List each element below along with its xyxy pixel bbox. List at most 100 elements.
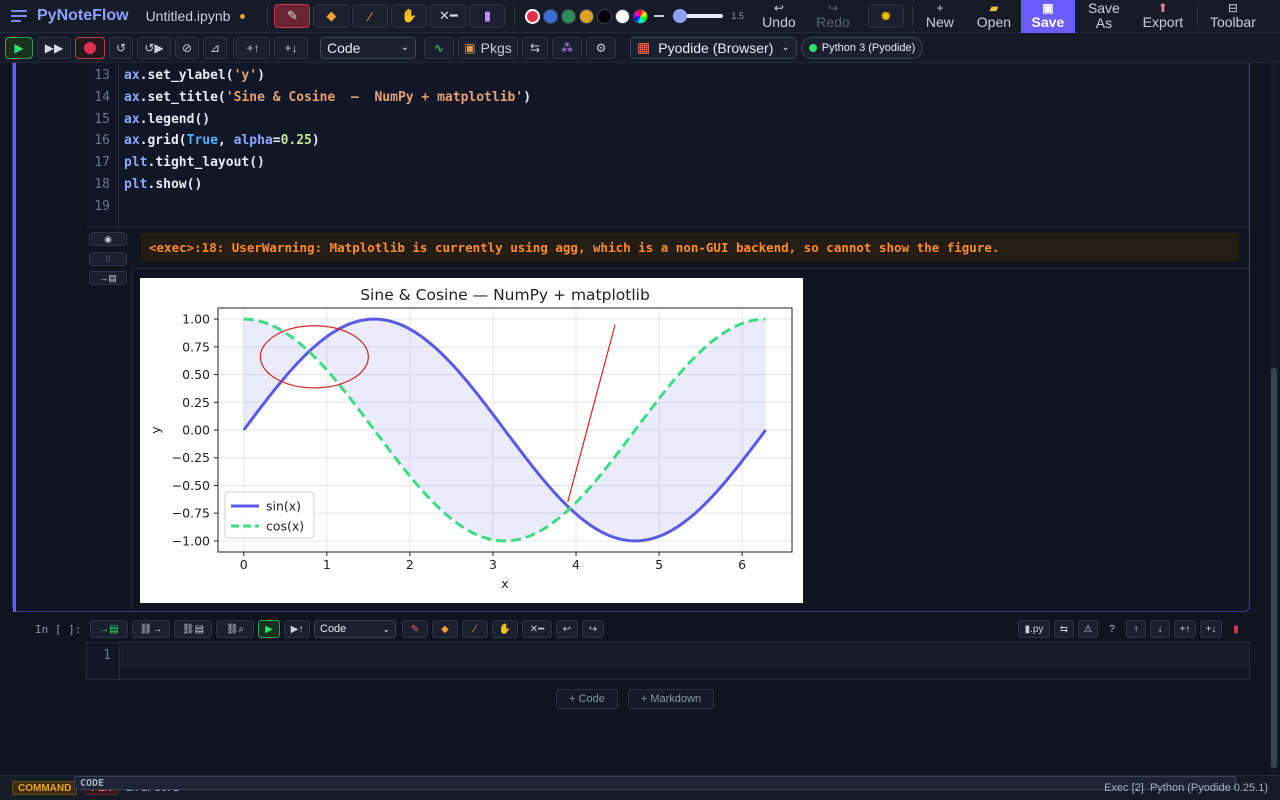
- color-swatch[interactable]: [525, 8, 541, 24]
- slider-knob[interactable]: [673, 9, 688, 23]
- link-copy-icon: ⛓▤: [181, 623, 205, 635]
- packages-button[interactable]: ▣ Pkgs: [458, 36, 518, 59]
- insert-below-button[interactable]: +↓: [1200, 620, 1222, 638]
- color-swatch[interactable]: [543, 8, 559, 24]
- clear-strokes-button[interactable]: ✕━: [522, 620, 552, 638]
- link-copy-button[interactable]: ⛓▤: [174, 620, 212, 638]
- output-handle[interactable]: ⁞⁞: [89, 252, 127, 266]
- move-up-button[interactable]: ↑: [1126, 620, 1146, 638]
- play-icon: ▶: [265, 623, 273, 635]
- hand-tool-button[interactable]: ✋: [391, 4, 428, 28]
- line-number: 19: [94, 198, 110, 214]
- help-button[interactable]: ?: [1102, 620, 1122, 638]
- copy-output-button[interactable]: →▤: [89, 271, 127, 285]
- magic-button[interactable]: ⁂: [552, 36, 582, 59]
- copy-to-button[interactable]: →▤: [90, 620, 128, 638]
- run-above-button[interactable]: ▶↑: [284, 620, 310, 638]
- line-number: 16: [94, 133, 110, 149]
- hand-tool-button[interactable]: ✋: [492, 620, 518, 638]
- add-markdown-cell-button[interactable]: + Markdown: [628, 689, 714, 709]
- insert-above-icon: +↑: [1179, 623, 1191, 635]
- code-token: show(): [155, 177, 203, 192]
- color-swatch[interactable]: [597, 8, 613, 24]
- scrollbar[interactable]: [1270, 63, 1278, 773]
- arrow-up-icon: ↑: [1133, 623, 1139, 635]
- run-cell-button[interactable]: ▶: [5, 36, 33, 59]
- code-editor[interactable]: 1: [86, 642, 1250, 680]
- brush-tool-button[interactable]: ⁄: [352, 4, 389, 28]
- settings-button[interactable]: ⚙: [586, 36, 616, 59]
- save-button[interactable]: ▣ Save: [1020, 0, 1075, 33]
- eraser-tool-button[interactable]: ◆: [432, 620, 458, 638]
- toggle-output-button[interactable]: ◉: [89, 232, 127, 246]
- insert-above-button[interactable]: +↑: [1174, 620, 1196, 638]
- cell-type-value: Code: [320, 623, 347, 635]
- pip-button[interactable]: ∿: [424, 36, 454, 59]
- clear-output-button[interactable]: ⊘: [175, 36, 199, 59]
- cell-type-select[interactable]: Code ⌄: [314, 620, 396, 638]
- export-button[interactable]: ⬆ Export: [1133, 0, 1193, 33]
- line-number: 14: [94, 89, 110, 105]
- color-swatch[interactable]: [561, 8, 577, 24]
- warning-button[interactable]: ⚠: [1078, 620, 1098, 638]
- stop-button[interactable]: [75, 36, 105, 59]
- menu-icon[interactable]: [11, 10, 27, 22]
- toolbar-toggle-button[interactable]: ⊟ Toolbar: [1202, 0, 1264, 33]
- insert-above-button[interactable]: +↑: [236, 36, 270, 59]
- color-swatch[interactable]: [579, 8, 595, 24]
- insert-below-button[interactable]: +↓: [274, 36, 308, 59]
- color-swatch[interactable]: [615, 8, 631, 24]
- warning-output: <exec>:18: UserWarning: Matplotlib is cu…: [141, 233, 1239, 261]
- redo-stroke-button[interactable]: ↪: [582, 620, 604, 638]
- eraser-tool-button[interactable]: ◆: [313, 4, 350, 28]
- debug-button[interactable]: ⊿: [203, 36, 227, 59]
- link-search-button[interactable]: ⛓⌕: [216, 620, 254, 638]
- clear-strokes-icon: ✕━: [529, 623, 545, 635]
- new-button[interactable]: + New: [913, 0, 967, 33]
- swap-button[interactable]: ⇆: [1054, 620, 1074, 638]
- save-as-button[interactable]: Save As: [1075, 0, 1133, 33]
- delete-cell-button[interactable]: ▮: [1226, 620, 1246, 638]
- kernel-status-dot: [808, 43, 817, 52]
- notebook-button[interactable]: ▮: [469, 4, 506, 28]
- swap-button[interactable]: ⇆: [522, 36, 548, 59]
- clear-strokes-button[interactable]: ✕━: [430, 4, 467, 28]
- export-label: Export: [1142, 13, 1184, 30]
- restart-run-all-button[interactable]: ↺▶: [137, 36, 171, 59]
- kernel-select[interactable]: ▦ Pyodide (Browser) ⌄: [630, 36, 797, 59]
- theme-toggle-button[interactable]: ✹: [867, 4, 904, 28]
- code-token: ax: [124, 133, 140, 149]
- redo-label: Redo: [816, 13, 850, 30]
- copy-output-icon: →▤: [99, 272, 117, 283]
- undo-button[interactable]: ↩ Undo: [752, 0, 806, 33]
- link-button[interactable]: ⛓→: [132, 620, 170, 638]
- clear-strokes-icon: ✕━: [439, 8, 458, 23]
- code-token: ax: [124, 68, 140, 83]
- notebook-icon: ▮: [483, 8, 491, 23]
- export-py-button[interactable]: ▮ .py: [1018, 620, 1050, 638]
- brush-tool-button[interactable]: ⁄: [462, 620, 488, 638]
- scrollbar-thumb[interactable]: [1271, 368, 1277, 768]
- move-down-button[interactable]: ↓: [1150, 620, 1170, 638]
- cell-type-select[interactable]: Code ⌄: [320, 36, 416, 59]
- undo-stroke-button[interactable]: ↩: [556, 620, 578, 638]
- add-code-cell-button[interactable]: + Code: [556, 689, 618, 709]
- cell-type-badge: CODE: [74, 776, 1236, 790]
- packages-label: Pkgs: [480, 39, 512, 56]
- triangle-icon: ⊿: [209, 40, 221, 55]
- fast-forward-icon: ▶▶: [44, 40, 64, 55]
- y-tick-label: 0.75: [182, 339, 210, 354]
- color-wheel-icon[interactable]: [633, 8, 649, 24]
- pen-tool-button[interactable]: ✎: [402, 620, 428, 638]
- cell-run-button[interactable]: ▶: [258, 620, 280, 638]
- x-tick-label: 5: [655, 557, 663, 572]
- open-button[interactable]: ▰ Open: [967, 0, 1021, 33]
- code-line: ax.grid(True, alpha=0.25): [124, 133, 320, 148]
- pen-tool-button[interactable]: ✎: [274, 4, 311, 28]
- code-editor[interactable]: 13 14 15 16 17 18 19 ax.set_ylabel('y') ax.set_…: [87, 63, 1249, 228]
- redo-button[interactable]: ↪ Redo: [806, 0, 860, 33]
- run-all-button[interactable]: ▶▶: [37, 36, 71, 59]
- stroke-width-slider[interactable]: [673, 9, 724, 23]
- notebook-filename[interactable]: Untitled.ipynb: [146, 8, 231, 24]
- restart-button[interactable]: ↺: [109, 36, 133, 59]
